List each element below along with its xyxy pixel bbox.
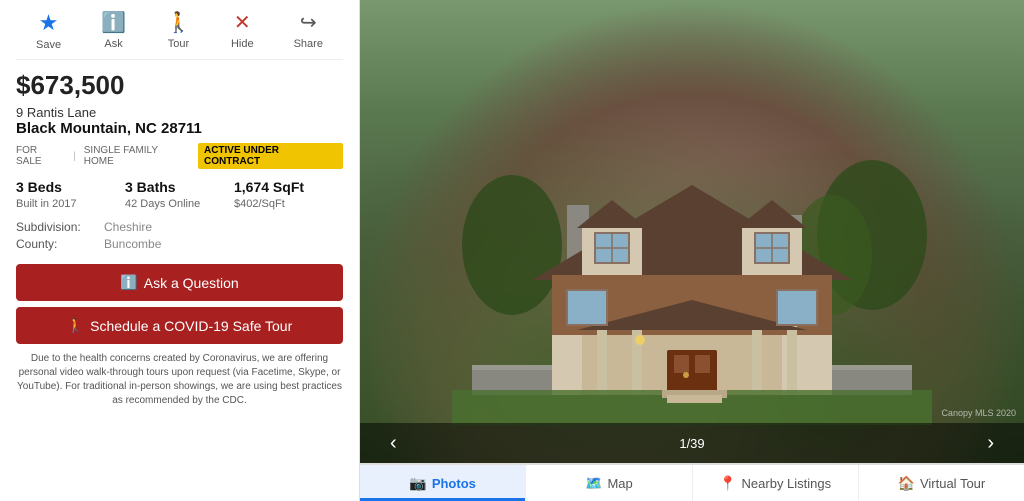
hide-label: Hide <box>231 38 254 50</box>
sqft-stat: 1,674 SqFt <box>234 179 343 195</box>
map-icon: 🗺️ <box>585 475 602 492</box>
subdivision-row: Subdivision: Cheshire <box>16 220 343 234</box>
beds-value: 3 Beds <box>16 179 125 195</box>
beds-stat: 3 Beds <box>16 179 125 195</box>
county-row: County: Buncombe <box>16 237 343 251</box>
address-line1: 9 Rantis Lane <box>16 105 343 120</box>
photo-counter: 1/39 <box>679 436 704 451</box>
tag-sep1: | <box>73 151 76 162</box>
tab-virtual-label: Virtual Tour <box>920 476 985 491</box>
save-button[interactable]: ★ Save <box>36 10 61 51</box>
listing-price: $673,500 <box>16 70 343 101</box>
tab-photos[interactable]: 📷 Photos <box>360 465 526 501</box>
tour-icon: 🚶 <box>166 10 191 35</box>
address-line2: Black Mountain, NC 28711 <box>16 120 343 137</box>
tab-map-label: Map <box>607 476 632 491</box>
tab-nearby-label: Nearby Listings <box>742 476 832 491</box>
tab-photos-label: Photos <box>432 476 476 491</box>
virtual-icon: 🏠 <box>898 475 915 492</box>
photo-nav: ‹ 1/39 › <box>360 423 1024 463</box>
tag-for-sale: FOR SALE <box>16 145 65 167</box>
left-panel: ★ Save ℹ️ Ask 🚶 Tour ✕ Hide ↪ Share $673… <box>0 0 360 501</box>
days-stat: 42 Days Online <box>125 197 234 210</box>
ask-icon: ℹ️ <box>101 10 126 35</box>
ask-button[interactable]: ℹ️ Ask <box>101 10 126 51</box>
save-label: Save <box>36 39 61 51</box>
house-illustration <box>452 125 932 425</box>
nearby-icon: 📍 <box>719 475 736 492</box>
tab-nearby[interactable]: 📍 Nearby Listings <box>693 465 859 501</box>
watermark: Canopy MLS 2020 <box>941 408 1016 418</box>
tour-label: Tour <box>168 38 189 50</box>
tab-virtual[interactable]: 🏠 Virtual Tour <box>859 465 1024 501</box>
share-button[interactable]: ↪ Share <box>294 10 323 51</box>
ask-question-button[interactable]: ℹ️ Ask a Question <box>16 264 343 301</box>
photos-icon: 📷 <box>409 475 426 492</box>
ask-label: Ask <box>104 38 122 50</box>
next-photo-button[interactable]: › <box>977 432 1004 455</box>
county-value: Buncombe <box>104 237 161 251</box>
tour-button[interactable]: 🚶 Tour <box>166 10 191 51</box>
days-value: 42 Days Online <box>125 198 234 210</box>
ppsqft-value: $402/SqFt <box>234 198 343 210</box>
right-panel: ‹ 1/39 › Canopy MLS 2020 📷 Photos 🗺️ Map… <box>360 0 1024 501</box>
details-table: Subdivision: Cheshire County: Buncombe <box>16 220 343 254</box>
covid-note: Due to the health concerns created by Co… <box>16 352 343 408</box>
save-icon: ★ <box>39 10 59 36</box>
subdivision-label: Subdivision: <box>16 220 96 234</box>
ask-btn-icon: ℹ️ <box>120 274 137 291</box>
tab-map[interactable]: 🗺️ Map <box>526 465 692 501</box>
hide-icon: ✕ <box>234 10 251 35</box>
built-stat: Built in 2017 <box>16 197 125 210</box>
stats-grid: 3 Beds 3 Baths 1,674 SqFt Built in 2017 … <box>16 179 343 210</box>
tour-btn-icon: 🚶 <box>67 317 84 334</box>
photo-container: ‹ 1/39 › Canopy MLS 2020 <box>360 0 1024 463</box>
baths-value: 3 Baths <box>125 179 234 195</box>
hide-button[interactable]: ✕ Hide <box>231 10 254 51</box>
county-label: County: <box>16 237 96 251</box>
status-badge: ACTIVE UNDER CONTRACT <box>198 143 343 169</box>
ppsqft-stat: $402/SqFt <box>234 197 343 210</box>
listing-tags: FOR SALE | SINGLE FAMILY HOME ACTIVE UND… <box>16 143 343 169</box>
share-icon: ↪ <box>300 10 317 35</box>
prev-photo-button[interactable]: ‹ <box>380 432 407 455</box>
nav-icons: ★ Save ℹ️ Ask 🚶 Tour ✕ Hide ↪ Share <box>16 0 343 60</box>
baths-stat: 3 Baths <box>125 179 234 195</box>
tag-type: SINGLE FAMILY HOME <box>84 145 190 167</box>
built-value: Built in 2017 <box>16 198 125 210</box>
tour-btn-label: Schedule a COVID-19 Safe Tour <box>90 318 292 334</box>
ask-btn-label: Ask a Question <box>144 275 239 291</box>
subdivision-value: Cheshire <box>104 220 152 234</box>
schedule-tour-button[interactable]: 🚶 Schedule a COVID-19 Safe Tour <box>16 307 343 344</box>
tab-bar: 📷 Photos 🗺️ Map 📍 Nearby Listings 🏠 Virt… <box>360 463 1024 501</box>
sqft-value: 1,674 SqFt <box>234 179 343 195</box>
share-label: Share <box>294 38 323 50</box>
